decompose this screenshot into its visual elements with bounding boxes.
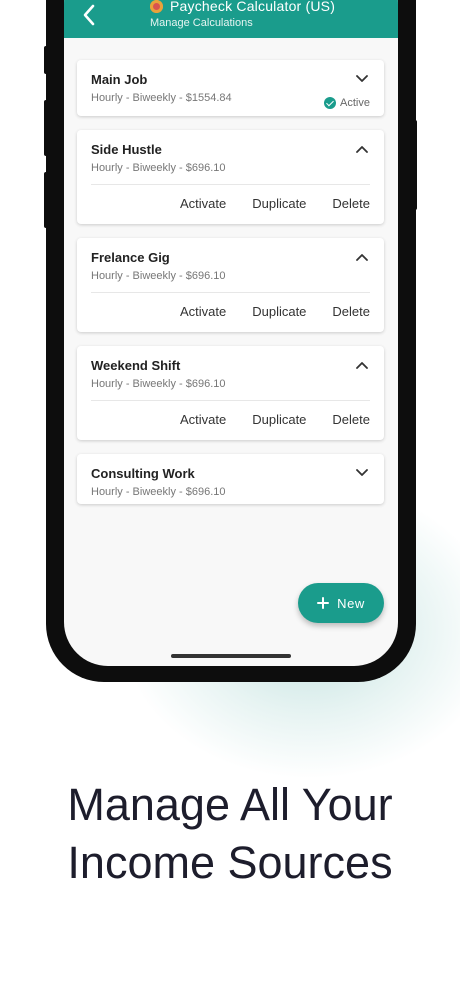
duplicate-button[interactable]: Duplicate [252,196,306,211]
status-label: Active [340,97,370,109]
plus-icon [317,597,330,609]
card-actions: Activate Duplicate Delete [154,304,370,319]
chevron-up-icon[interactable] [356,253,368,261]
phone-volume-down [44,172,48,228]
card-title: Weekend Shift [91,358,181,373]
chevron-down-icon[interactable] [356,469,368,477]
app-title: Paycheck Calculator (US) [170,0,336,14]
delete-button[interactable]: Delete [332,304,370,319]
home-indicator [171,654,291,658]
phone-volume-up [44,100,48,156]
duplicate-button[interactable]: Duplicate [252,304,306,319]
activate-button[interactable]: Activate [180,412,226,427]
card-subtitle: Hourly - Biweekly - $696.10 [91,270,226,282]
check-circle-icon [324,97,337,109]
divider [91,400,370,401]
calculation-card-side-hustle[interactable]: Side Hustle Hourly - Biweekly - $696.10 … [77,130,384,224]
phone-side-button [44,46,48,74]
phone-power-button [413,120,417,210]
card-title: Main Job [91,72,148,87]
card-title: Consulting Work [91,466,195,481]
headline-line-2: Income Sources [67,837,393,888]
activate-button[interactable]: Activate [180,196,226,211]
promo-headline: Manage All Your Income Sources [0,776,460,892]
card-subtitle: Hourly - Biweekly - $696.10 [91,162,226,174]
chevron-up-icon[interactable] [356,361,368,369]
headline-line-1: Manage All Your [67,779,393,830]
divider [91,292,370,293]
activate-button[interactable]: Activate [180,304,226,319]
divider [91,184,370,185]
phone-screen: Paycheck Calculator (US) Manage Calculat… [64,0,398,666]
app-logo-icon [150,0,163,13]
status-badge: Active [324,97,370,109]
card-actions: Activate Duplicate Delete [154,196,370,211]
chevron-left-icon[interactable] [80,2,98,28]
new-button-label: New [337,595,365,611]
calculation-card-weekend-shift[interactable]: Weekend Shift Hourly - Biweekly - $696.1… [77,346,384,440]
calculation-card-main-job[interactable]: Main Job Hourly - Biweekly - $1554.84 Ac… [77,60,384,116]
delete-button[interactable]: Delete [332,412,370,427]
card-subtitle: Hourly - Biweekly - $696.10 [91,486,226,498]
card-subtitle: Hourly - Biweekly - $696.10 [91,378,226,390]
duplicate-button[interactable]: Duplicate [252,412,306,427]
calculation-card-frelance-gig[interactable]: Frelance Gig Hourly - Biweekly - $696.10… [77,238,384,332]
chevron-up-icon[interactable] [356,145,368,153]
card-subtitle: Hourly - Biweekly - $1554.84 [91,92,232,104]
card-title: Frelance Gig [91,250,170,265]
calculation-card-consulting-work[interactable]: Consulting Work Hourly - Biweekly - $696… [77,454,384,504]
app-subtitle: Manage Calculations [150,17,253,29]
new-calculation-button[interactable]: New [298,583,384,623]
delete-button[interactable]: Delete [332,196,370,211]
promo-canvas: Paycheck Calculator (US) Manage Calculat… [0,0,460,999]
card-actions: Activate Duplicate Delete [154,412,370,427]
card-title: Side Hustle [91,142,162,157]
app-bar: Paycheck Calculator (US) Manage Calculat… [64,0,398,38]
chevron-down-icon[interactable] [356,75,368,83]
